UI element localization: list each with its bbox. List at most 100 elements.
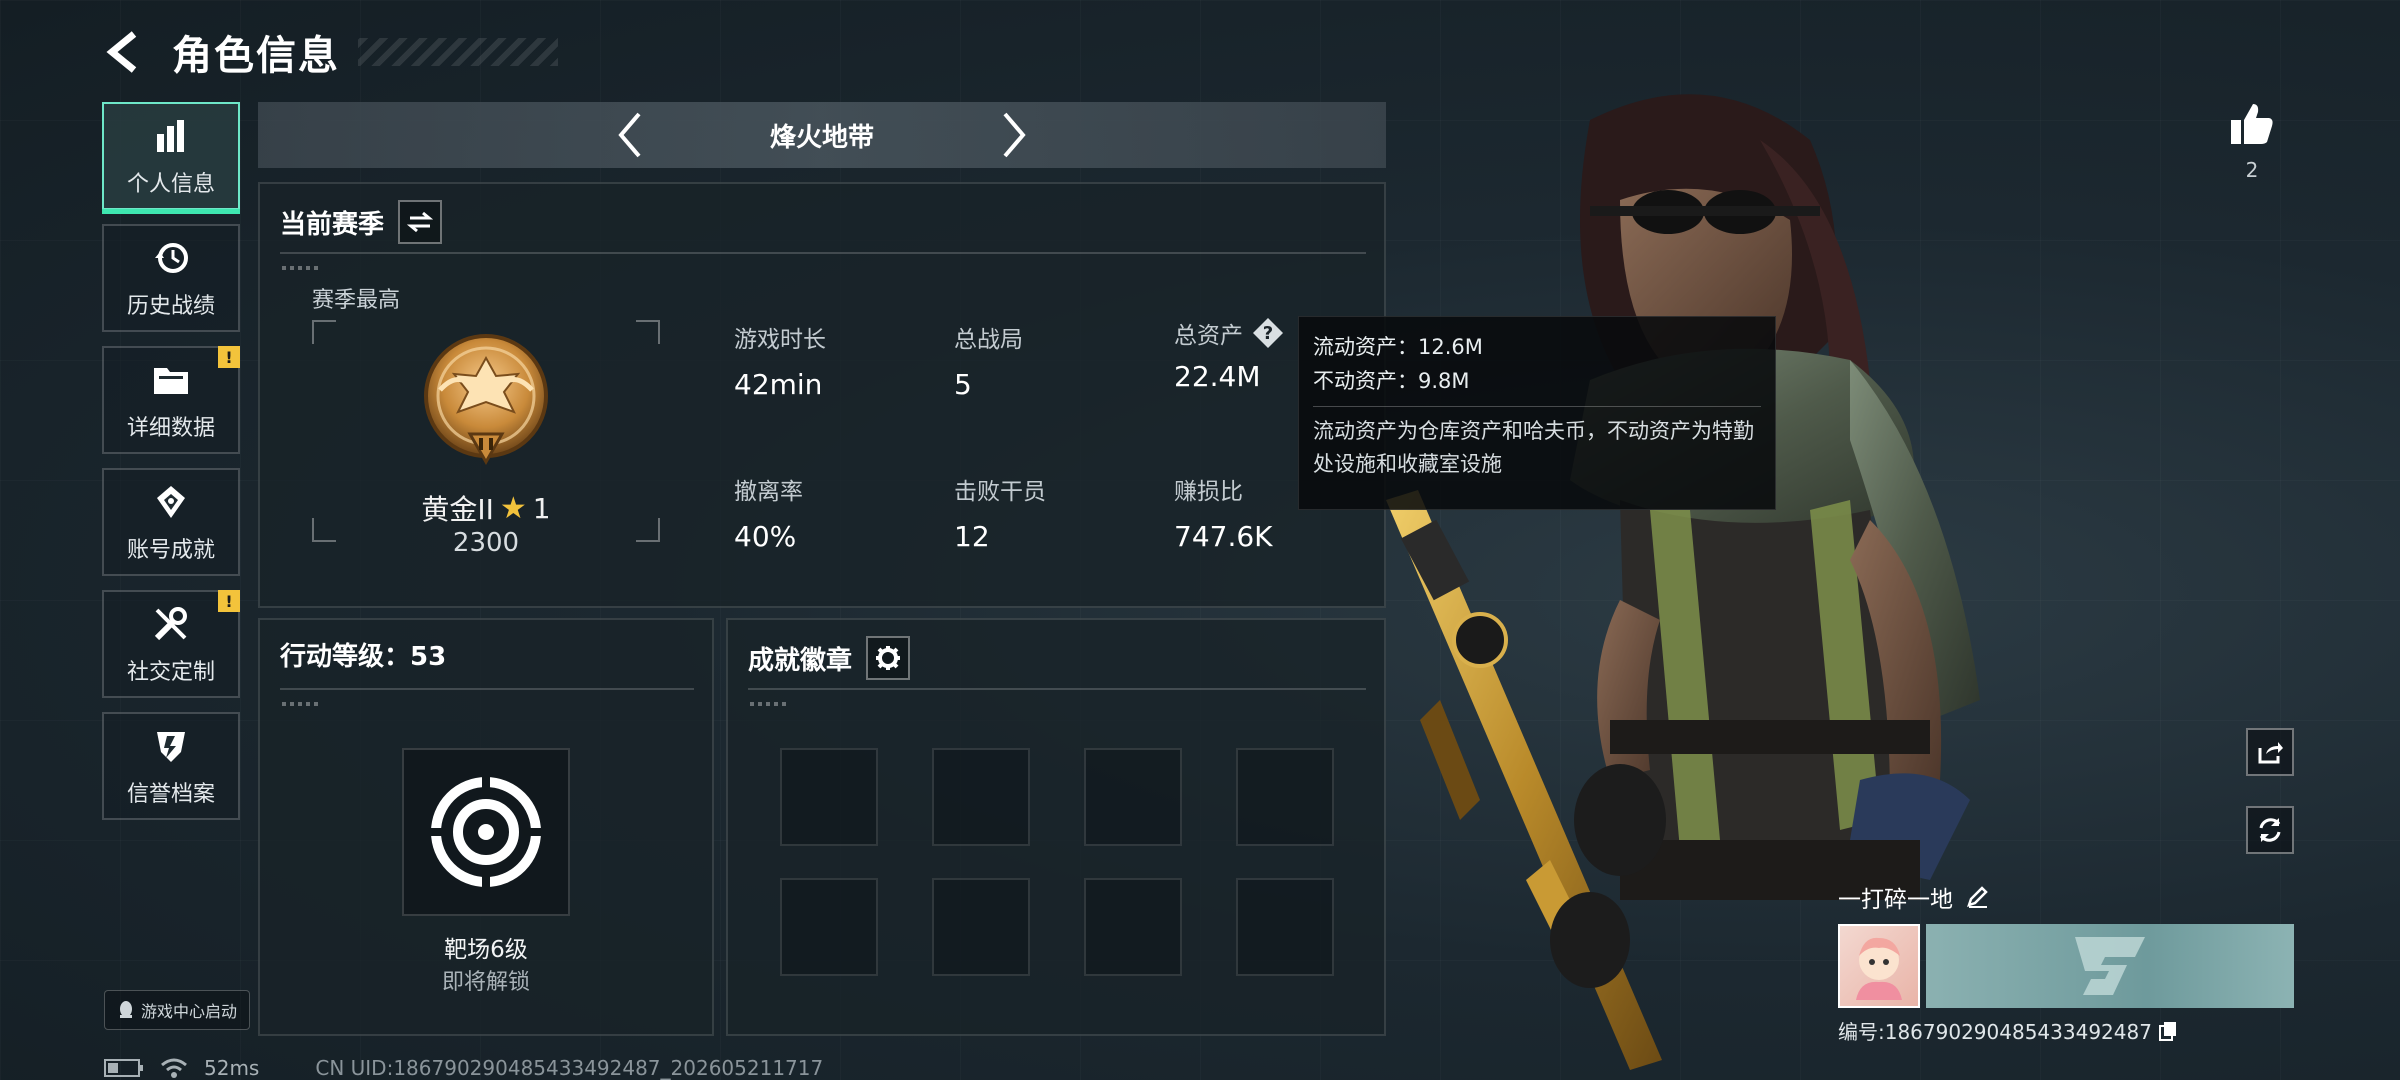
rotate-button[interactable]	[2246, 806, 2294, 854]
sidebar-item-label: 社交定制	[126, 660, 215, 685]
season-panel: 当前赛季 赛季最高 黄金II ★ 1 2300 游戏时长 42min 总战局 5…	[258, 182, 1386, 608]
decoration	[282, 266, 322, 270]
nameplate-row	[1838, 924, 2294, 1008]
avatar[interactable]	[1838, 924, 1920, 1008]
copy-icon[interactable]	[2158, 1020, 2178, 1042]
frame-corner	[312, 320, 336, 344]
stat-total-assets: 总资产 ? 22.4M	[1174, 316, 1285, 393]
badge-title: 成就徽章	[748, 645, 853, 676]
stat-total-matches: 总战局 5	[954, 320, 1023, 401]
stat-label: 游戏时长	[734, 327, 826, 353]
sidebar-item-personal-info[interactable]: 个人信息	[102, 102, 240, 214]
badge-slot[interactable]	[1084, 878, 1182, 976]
badge-slot[interactable]	[780, 748, 878, 846]
sidebar-item-label: 账号成就	[126, 538, 215, 563]
rank-name: 黄金II ★ 1	[312, 488, 660, 528]
swap-icon	[407, 211, 434, 233]
battery-icon	[104, 1059, 143, 1077]
stat-label-text: 总资产	[1174, 323, 1243, 349]
rank-star-count: 1	[532, 491, 551, 525]
refresh-icon	[2259, 818, 2281, 842]
switch-season-button[interactable]	[398, 200, 443, 244]
star-icon: ★	[499, 490, 527, 526]
badge-slot[interactable]	[932, 748, 1030, 846]
mode-prev-button[interactable]	[600, 105, 660, 165]
level-header: 行动等级：53	[280, 636, 446, 673]
player-name: 一打碎一地	[1838, 887, 1953, 913]
chevron-left-icon	[618, 112, 641, 158]
divider	[280, 252, 1366, 254]
shooting-range-card[interactable]	[402, 748, 570, 916]
alert-badge: !	[218, 590, 240, 612]
achievement-badge-panel: 成就徽章	[726, 618, 1386, 1036]
stat-value: 42min	[734, 368, 823, 401]
stat-play-time: 游戏时长 42min	[734, 320, 826, 401]
wrench-icon	[149, 602, 193, 646]
sidebar-item-social-custom[interactable]: ! 社交定制	[102, 590, 240, 698]
name-card-banner[interactable]	[1926, 924, 2294, 1008]
player-id: 编号:186790290485433492487	[1838, 1020, 2152, 1044]
history-clock-icon	[149, 236, 193, 280]
player-id-row: 编号:186790290485433492487	[1838, 1016, 2294, 1045]
sidebar-item-detailed-data[interactable]: ! 详细数据	[102, 346, 240, 454]
asset-description: 流动资产为仓库资产和哈夫币，不动资产为特勤处设施和收藏室设施	[1313, 419, 1754, 476]
sidebar-item-label: 详细数据	[126, 416, 215, 441]
like-button[interactable]	[2222, 96, 2282, 152]
sidebar: 个人信息 历史战绩 ! 详细数据 账号成就 ! 社交定制 信誉档案	[102, 102, 240, 834]
sidebar-item-reputation[interactable]: 信誉档案	[102, 712, 240, 820]
divider	[748, 688, 1366, 690]
stat-profit-loss-ratio: 赚损比 747.6K	[1174, 472, 1273, 553]
page-title: 角色信息	[172, 33, 340, 79]
badge-slot[interactable]	[780, 878, 878, 976]
sidebar-item-label: 个人信息	[126, 172, 215, 197]
stat-label: 总战局	[954, 327, 1023, 353]
game-center-launch-button[interactable]: 游戏中心启动	[104, 990, 250, 1030]
rank-card[interactable]: 黄金II ★ 1 2300	[312, 320, 660, 558]
team-logo-icon	[2075, 937, 2145, 995]
wifi-icon	[161, 1058, 187, 1078]
back-button[interactable]	[100, 28, 148, 76]
stat-operators-defeated: 击败干员 12	[954, 472, 1046, 553]
alert-badge: !	[218, 346, 240, 368]
stat-label: 撤离率	[734, 479, 803, 505]
stat-value: 5	[954, 368, 972, 401]
badge-settings-button[interactable]	[866, 636, 911, 680]
season-header: 当前赛季	[280, 200, 443, 244]
mode-name: 烽火地带	[769, 122, 874, 153]
season-title: 当前赛季	[280, 209, 385, 240]
help-icon[interactable]: ?	[1251, 316, 1285, 350]
sidebar-item-history[interactable]: 历史战绩	[102, 224, 240, 332]
gold-rank-medal-icon	[424, 334, 548, 466]
stat-value: 12	[954, 520, 990, 553]
svg-text:?: ?	[1263, 323, 1273, 344]
stat-value: 22.4M	[1174, 360, 1261, 393]
sidebar-item-label: 信誉档案	[126, 782, 215, 807]
edit-pencil-icon[interactable]	[1965, 885, 1989, 909]
action-level-panel: 行动等级：53 靶场6级 即将解锁	[258, 618, 714, 1036]
frame-corner	[636, 320, 660, 344]
badge-slot[interactable]	[1084, 748, 1182, 846]
shield-icon	[149, 724, 193, 768]
decoration	[750, 702, 790, 706]
tooltip-divider	[1313, 406, 1761, 408]
game-center-label: 游戏中心启动	[140, 1002, 237, 1021]
back-arrow-icon	[106, 31, 137, 73]
share-button[interactable]	[2246, 728, 2294, 776]
badge-header: 成就徽章	[748, 636, 911, 680]
badge-slot[interactable]	[932, 878, 1030, 976]
bar-chart-icon	[149, 114, 193, 158]
stat-label: 击败干员	[954, 479, 1046, 505]
folder-icon	[149, 358, 193, 402]
sidebar-item-achievements[interactable]: 账号成就	[102, 468, 240, 576]
stat-label: 赚损比	[1174, 479, 1243, 505]
uid-text: CN UID:186790290485433492487_20260521171…	[315, 1056, 824, 1080]
shooting-range-level: 靶场6级	[444, 937, 528, 963]
avatar-character-icon	[1856, 937, 1902, 1000]
mode-next-button[interactable]	[984, 105, 1044, 165]
sidebar-item-label: 历史战绩	[126, 294, 215, 319]
rank-score: 2300	[452, 528, 520, 558]
player-name-row: 一打碎一地	[1838, 880, 2294, 914]
asset-tooltip: 流动资产：12.6M 不动资产：9.8M 流动资产为仓库资产和哈夫币，不动资产为…	[1298, 316, 1776, 510]
target-icon	[430, 776, 542, 888]
title-decoration	[358, 38, 558, 66]
